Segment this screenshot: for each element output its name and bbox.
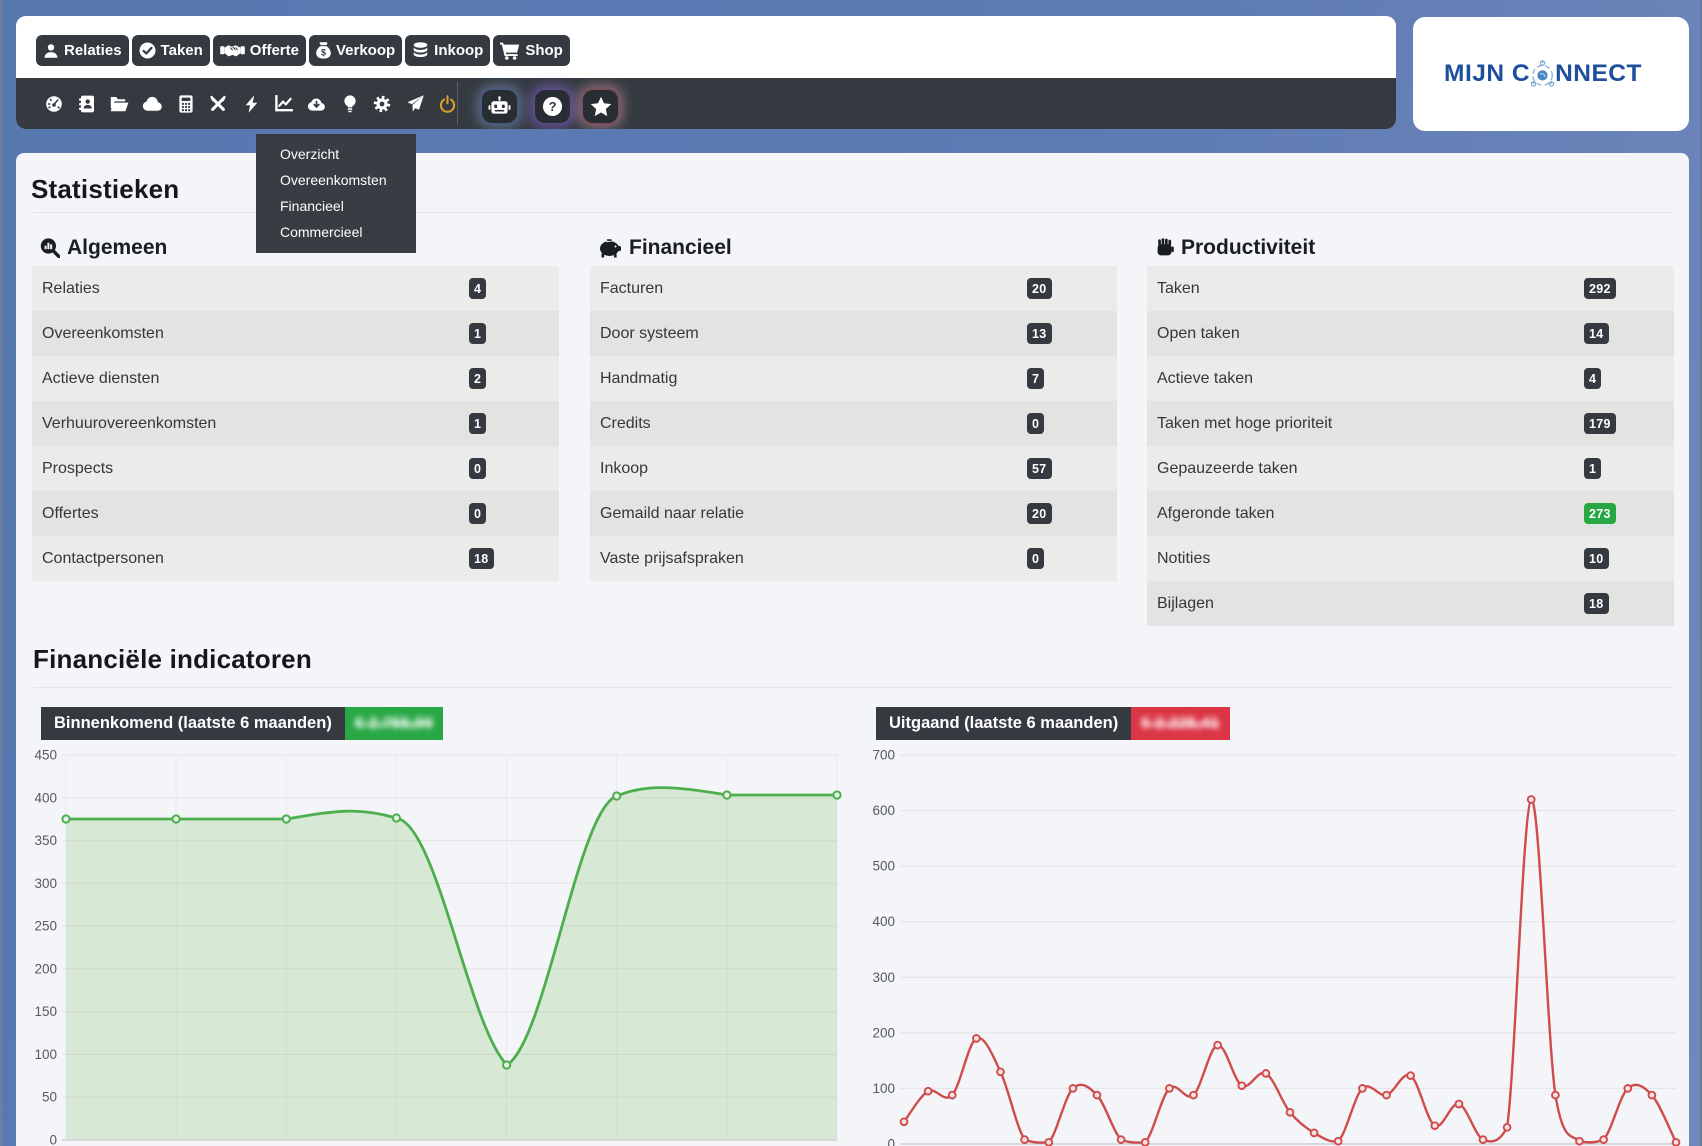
svg-text:500: 500 [872, 859, 895, 874]
svg-text:350: 350 [34, 833, 57, 848]
svg-text:$: $ [321, 48, 326, 58]
svg-text:0: 0 [887, 1137, 895, 1146]
svg-text:300: 300 [872, 970, 895, 985]
svg-text:200: 200 [872, 1025, 895, 1040]
svg-text:250: 250 [34, 919, 57, 934]
svg-text:0: 0 [49, 1133, 57, 1146]
svg-text:?: ? [549, 99, 557, 114]
svg-text:700: 700 [872, 748, 895, 763]
svg-text:150: 150 [34, 1004, 57, 1019]
svg-text:450: 450 [34, 748, 57, 763]
svg-text:50: 50 [42, 1090, 57, 1105]
svg-text:300: 300 [34, 876, 57, 891]
svg-text:200: 200 [34, 961, 57, 976]
svg-text:100: 100 [872, 1081, 895, 1096]
svg-text:600: 600 [872, 803, 895, 818]
svg-text:400: 400 [872, 914, 895, 929]
svg-text:100: 100 [34, 1047, 57, 1062]
svg-text:400: 400 [34, 790, 57, 805]
